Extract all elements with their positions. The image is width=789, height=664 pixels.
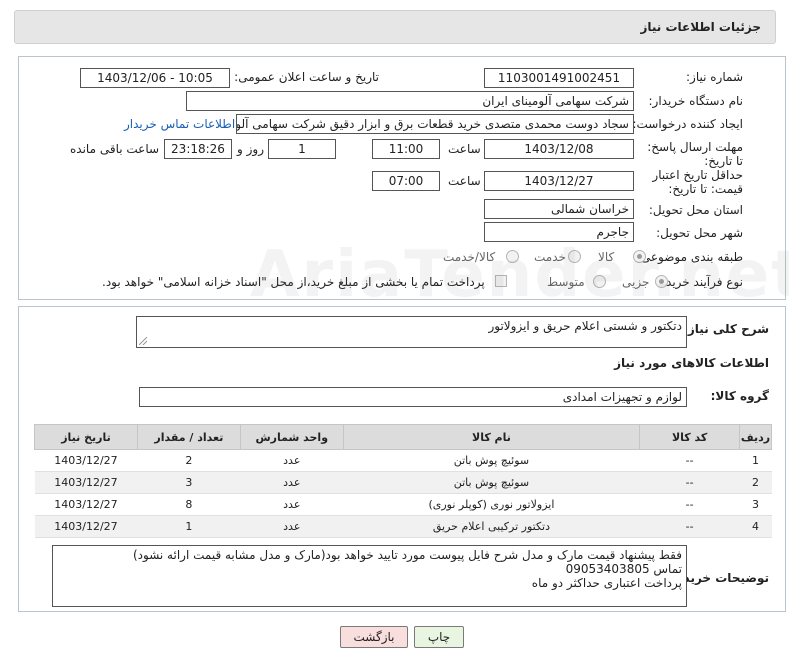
table-row: 3 -- ایزولاتور نوری (کوپلر نوری) عدد 8 1… bbox=[34, 493, 772, 516]
col-quantity: تعداد / مقدار bbox=[136, 424, 241, 450]
row-number: 4 bbox=[739, 515, 772, 538]
row-number: 3 bbox=[739, 493, 772, 516]
category-radio-goods[interactable] bbox=[633, 250, 646, 263]
goods-table: ردیف کد کالا نام کالا واحد شمارش تعداد /… bbox=[34, 424, 772, 538]
process-radio-minor[interactable] bbox=[655, 275, 668, 288]
print-button[interactable]: چاپ bbox=[414, 626, 464, 648]
item-unit: عدد bbox=[240, 515, 344, 538]
validity-time-field: 07:00 bbox=[372, 171, 440, 191]
col-item-name: نام کالا bbox=[342, 424, 641, 450]
city-field: جاجرم bbox=[484, 222, 634, 242]
process-option-minor: جزیی bbox=[622, 275, 650, 289]
back-button[interactable]: بازگشت bbox=[340, 626, 408, 648]
item-name: ایزولاتور نوری (کوپلر نوری) bbox=[343, 493, 640, 516]
item-code: -- bbox=[639, 493, 740, 516]
deadline-time-field: 11:00 bbox=[372, 139, 440, 159]
col-item-code: کد کالا bbox=[639, 424, 741, 450]
category-option-service: خدمت bbox=[534, 250, 566, 264]
goods-group-label: گروه کالا: bbox=[710, 389, 769, 403]
process-radio-medium[interactable] bbox=[593, 275, 606, 288]
page-title-bar: جزئیات اطلاعات نیاز bbox=[14, 10, 776, 44]
buyer-org-label: نام دستگاه خریدار: bbox=[648, 94, 744, 108]
deadline-date-field: 1403/12/08 bbox=[484, 139, 634, 159]
category-option-goods-service: کالا/خدمت bbox=[443, 250, 496, 264]
category-label: طبقه بندی موضوعی: bbox=[636, 250, 743, 264]
item-name: دتکتور ترکیبی اعلام حریق bbox=[343, 515, 640, 538]
treasury-payment-note: پرداخت تمام یا بخشی از مبلغ خرید،از محل … bbox=[102, 275, 485, 289]
item-name: سوئیچ پوش باتن bbox=[343, 471, 640, 494]
goods-info-title: اطلاعات کالاهای مورد نیاز bbox=[614, 356, 769, 370]
item-unit: عدد bbox=[240, 449, 344, 472]
process-label: نوع فرآیند خرید : bbox=[658, 275, 743, 289]
treasury-payment-checkbox[interactable] bbox=[495, 275, 507, 287]
table-row: 1 -- سوئیچ پوش باتن عدد 2 1403/12/27 bbox=[34, 449, 772, 472]
announce-field: 1403/12/06 - 10:05 bbox=[80, 68, 230, 88]
days-field: 1 bbox=[268, 139, 336, 159]
goods-group-field: لوازم و تجهیزات امدادی bbox=[139, 387, 687, 407]
item-need-date: 1403/12/27 bbox=[34, 493, 138, 516]
table-row: 2 -- سوئیچ پوش باتن عدد 3 1403/12/27 bbox=[34, 471, 772, 494]
item-quantity: 3 bbox=[137, 471, 241, 494]
resize-grip-icon[interactable] bbox=[139, 337, 147, 345]
buyer-note-line: پرداخت اعتباری حداکثر دو ماه bbox=[531, 576, 682, 590]
item-quantity: 1 bbox=[137, 515, 241, 538]
item-code: -- bbox=[639, 471, 740, 494]
creator-label: ایجاد کننده درخواست: bbox=[632, 117, 743, 131]
item-need-date: 1403/12/27 bbox=[34, 515, 138, 538]
buyer-org-field: شرکت سهامی آلومینای ایران bbox=[186, 91, 634, 111]
item-unit: عدد bbox=[240, 493, 344, 516]
deadline-label: مهلت ارسال پاسخ: تا تاریخ: bbox=[647, 140, 743, 168]
row-number: 1 bbox=[739, 449, 772, 472]
item-need-date: 1403/12/27 bbox=[34, 471, 138, 494]
buyer-notes-field: فقط پیشنهاد قیمت مارک و مدل شرح فایل پیو… bbox=[52, 545, 687, 607]
buyer-note-line: فقط پیشنهاد قیمت مارک و مدل شرح فایل پیو… bbox=[132, 548, 682, 562]
need-number-label: شماره نیاز: bbox=[686, 70, 743, 84]
deadline-time-label: ساعت bbox=[448, 142, 481, 156]
days-label: روز و bbox=[237, 142, 264, 156]
province-label: استان محل تحویل: bbox=[648, 203, 743, 217]
item-unit: عدد bbox=[240, 471, 344, 494]
need-number-field: 1103001491002451 bbox=[484, 68, 634, 88]
validity-date-field: 1403/12/27 bbox=[484, 171, 634, 191]
need-description-text: دتکتور و شستی اعلام حریق و ایزولاتور bbox=[488, 319, 682, 333]
col-unit: واحد شمارش bbox=[239, 424, 344, 450]
col-row-number: ردیف bbox=[739, 424, 772, 450]
item-name: سوئیچ پوش باتن bbox=[343, 449, 640, 472]
process-option-medium: متوسط bbox=[547, 275, 585, 289]
table-header-row: ردیف کد کالا نام کالا واحد شمارش تعداد /… bbox=[34, 424, 772, 450]
item-code: -- bbox=[639, 515, 740, 538]
category-radio-service[interactable] bbox=[568, 250, 581, 263]
page-title: جزئیات اطلاعات نیاز bbox=[640, 20, 761, 34]
row-number: 2 bbox=[739, 471, 772, 494]
remaining-label: ساعت باقی مانده bbox=[70, 142, 160, 156]
item-quantity: 8 bbox=[137, 493, 241, 516]
need-description-field: دتکتور و شستی اعلام حریق و ایزولاتور bbox=[136, 316, 687, 348]
buyer-note-line: تماس 09053403805 bbox=[565, 562, 682, 576]
category-radio-goods-service[interactable] bbox=[506, 250, 519, 263]
validity-time-label: ساعت bbox=[448, 174, 481, 188]
creator-field: سجاد دوست محمدی متصدی خرید قطعات برق و ا… bbox=[236, 114, 634, 134]
category-option-goods: کالا bbox=[598, 250, 615, 264]
validity-label: حداقل تاریخ اعتبار قیمت: تا تاریخ: bbox=[652, 168, 743, 196]
buyer-contact-link[interactable]: اطلاعات تماس خریدار bbox=[124, 117, 235, 131]
remaining-time-field: 23:18:26 bbox=[164, 139, 232, 159]
province-field: خراسان شمالی bbox=[484, 199, 634, 219]
table-row: 4 -- دتکتور ترکیبی اعلام حریق عدد 1 1403… bbox=[34, 515, 772, 538]
item-need-date: 1403/12/27 bbox=[34, 449, 138, 472]
col-need-date: تاریخ نیاز bbox=[34, 424, 138, 450]
city-label: شهر محل تحویل: bbox=[656, 226, 743, 240]
need-description-label: شرح کلی نیاز: bbox=[683, 322, 769, 336]
item-quantity: 2 bbox=[137, 449, 241, 472]
announce-label: تاریخ و ساعت اعلان عمومی: bbox=[234, 70, 379, 84]
item-code: -- bbox=[639, 449, 740, 472]
